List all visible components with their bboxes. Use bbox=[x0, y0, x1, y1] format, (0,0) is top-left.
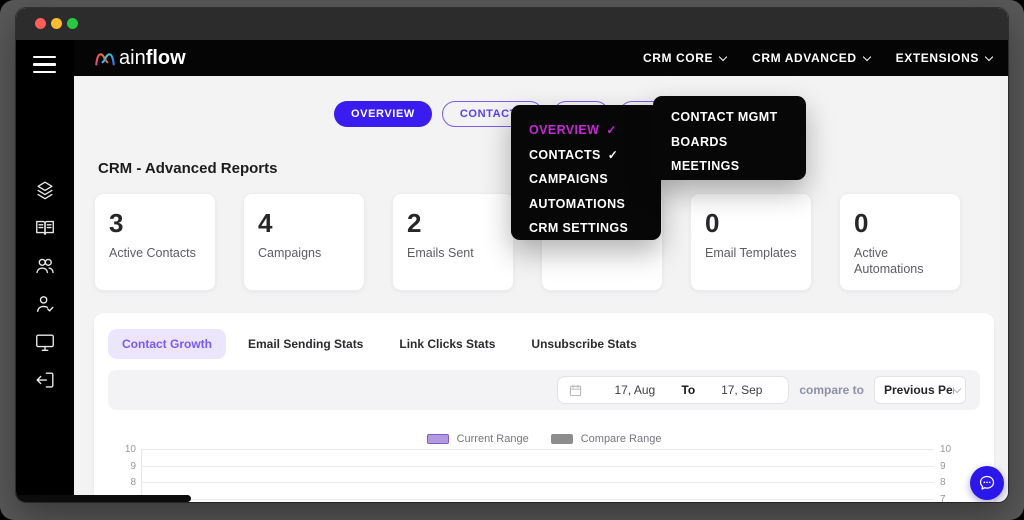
y-tick-left: 8 bbox=[108, 477, 136, 488]
chevron-down-icon bbox=[719, 52, 727, 60]
y-tick-right: 9 bbox=[940, 461, 964, 472]
sections-dropdown-menu: OVERVIEW✓ CONTACTS✓ CAMPAIGNS AUTOMATION… bbox=[511, 105, 661, 240]
close-window-button[interactable] bbox=[35, 18, 46, 29]
tab-contact-growth[interactable]: Contact Growth bbox=[108, 329, 226, 359]
chat-bubble-icon bbox=[977, 473, 997, 493]
menu-item-automations[interactable]: AUTOMATIONS bbox=[511, 192, 661, 217]
logo-text-bold: flow bbox=[146, 47, 186, 70]
page-title: CRM - Advanced Reports bbox=[98, 160, 277, 177]
contacts-submenu: CONTACT MGMT BOARDS MEETINGS bbox=[653, 96, 806, 180]
stat-label: Email Templates bbox=[705, 245, 797, 262]
pill-overview[interactable]: OVERVIEW bbox=[334, 101, 432, 127]
stat-value: 0 bbox=[705, 209, 797, 238]
mainflow-logo[interactable]: ainflow bbox=[92, 47, 186, 70]
chart-gridline-8: 8 8 bbox=[94, 482, 994, 494]
y-tick-right: 10 bbox=[940, 444, 964, 455]
tab-unsubscribe-stats[interactable]: Unsubscribe Stats bbox=[517, 329, 650, 359]
book-icon[interactable] bbox=[34, 217, 56, 239]
stat-card-active-automations: 0 Active Automations bbox=[839, 193, 961, 291]
minimize-window-button[interactable] bbox=[51, 18, 62, 29]
menu-item-crm-settings[interactable]: CRM SETTINGS bbox=[511, 216, 661, 241]
chart-gridline-10: 10 10 bbox=[94, 449, 994, 461]
monitor-icon[interactable] bbox=[34, 331, 56, 353]
legend-swatch-current-range bbox=[427, 434, 449, 444]
date-to-label: To bbox=[681, 383, 695, 397]
window-titlebar bbox=[16, 8, 1008, 40]
tab-link-clicks-stats[interactable]: Link Clicks Stats bbox=[385, 329, 509, 359]
calendar-icon bbox=[569, 384, 582, 397]
chart-gridline-9: 9 9 bbox=[94, 466, 994, 478]
report-tabs: Contact Growth Email Sending Stats Link … bbox=[108, 329, 651, 359]
stat-label: Emails Sent bbox=[407, 245, 499, 262]
date-to[interactable]: 17, Sep bbox=[695, 383, 788, 397]
app-window: ainflow CRM CORE CRM ADVANCED EXTENSIONS bbox=[16, 8, 1008, 502]
chevron-down-icon bbox=[953, 384, 961, 392]
menu-item-contacts[interactable]: CONTACTS✓ bbox=[511, 143, 661, 168]
menu-item-overview[interactable]: OVERVIEW✓ bbox=[511, 118, 661, 143]
chart-legend: Current Range Compare Range bbox=[94, 433, 994, 445]
check-icon: ✓ bbox=[608, 148, 618, 162]
stat-card-active-contacts: 3 Active Contacts bbox=[94, 193, 216, 291]
stat-value: 2 bbox=[407, 209, 499, 238]
hamburger-menu-icon[interactable] bbox=[33, 56, 56, 78]
compare-period-select[interactable]: Previous Period bbox=[874, 376, 966, 404]
stat-card-campaigns: 4 Campaigns bbox=[243, 193, 365, 291]
sidebar-bottom-edge bbox=[16, 495, 74, 502]
left-sidebar bbox=[16, 40, 74, 502]
users-icon[interactable] bbox=[34, 255, 56, 277]
compare-to-label: compare to bbox=[799, 383, 864, 397]
legend-label-current-range: Current Range bbox=[457, 433, 529, 445]
stat-label: Active Contacts bbox=[109, 245, 201, 262]
stat-value: 4 bbox=[258, 209, 350, 238]
chevron-down-icon bbox=[985, 52, 993, 60]
mainflow-logo-icon bbox=[92, 47, 118, 69]
nav-crm-advanced[interactable]: CRM ADVANCED bbox=[752, 51, 870, 65]
chevron-down-icon bbox=[862, 52, 870, 60]
y-tick-left: 9 bbox=[108, 461, 136, 472]
menu-item-contact-mgmt[interactable]: CONTACT MGMT bbox=[653, 105, 806, 130]
y-tick-right: 7 bbox=[940, 494, 964, 502]
layers-icon[interactable] bbox=[34, 179, 56, 201]
check-icon: ✓ bbox=[606, 123, 616, 137]
nav-extensions[interactable]: EXTENSIONS bbox=[896, 51, 992, 65]
legend-label-compare-range: Compare Range bbox=[581, 433, 662, 445]
stat-value: 3 bbox=[109, 209, 201, 238]
stat-label: Active Automations bbox=[854, 245, 946, 279]
maximize-window-button[interactable] bbox=[67, 18, 78, 29]
legend-swatch-compare-range bbox=[551, 434, 573, 444]
top-navbar: ainflow CRM CORE CRM ADVANCED EXTENSIONS bbox=[74, 40, 1008, 76]
user-check-icon[interactable] bbox=[34, 293, 56, 315]
main-content: OVERVIEW CONTACTS CRM - Advanced Reports… bbox=[74, 76, 1008, 502]
nav-crm-core[interactable]: CRM CORE bbox=[643, 51, 726, 65]
logo-text-regular: ain bbox=[119, 47, 146, 70]
date-from[interactable]: 17, Aug bbox=[588, 383, 681, 397]
chart-gridline-7: 7 7 bbox=[94, 499, 994, 502]
compare-period-value: Previous Period bbox=[884, 383, 954, 397]
menu-item-meetings[interactable]: MEETINGS bbox=[653, 154, 806, 179]
y-tick-left: 10 bbox=[108, 444, 136, 455]
chat-widget-button[interactable] bbox=[970, 466, 1004, 500]
date-range-picker[interactable]: 17, Aug To 17, Sep bbox=[557, 376, 789, 404]
stat-card-emails-sent: 2 Emails Sent bbox=[392, 193, 514, 291]
y-tick-right: 8 bbox=[940, 477, 964, 488]
logout-icon[interactable] bbox=[34, 369, 56, 391]
tab-email-sending-stats[interactable]: Email Sending Stats bbox=[234, 329, 377, 359]
menu-item-campaigns[interactable]: CAMPAIGNS bbox=[511, 167, 661, 192]
report-panel: Contact Growth Email Sending Stats Link … bbox=[94, 313, 994, 502]
stat-value: 0 bbox=[854, 209, 946, 238]
stat-label: Campaigns bbox=[258, 245, 350, 262]
horizontal-scrollbar[interactable] bbox=[74, 495, 191, 502]
stat-card-email-templates: 0 Email Templates bbox=[690, 193, 812, 291]
menu-item-boards[interactable]: BOARDS bbox=[653, 130, 806, 155]
filter-bar: 17, Aug To 17, Sep compare to Previous P… bbox=[108, 370, 980, 410]
